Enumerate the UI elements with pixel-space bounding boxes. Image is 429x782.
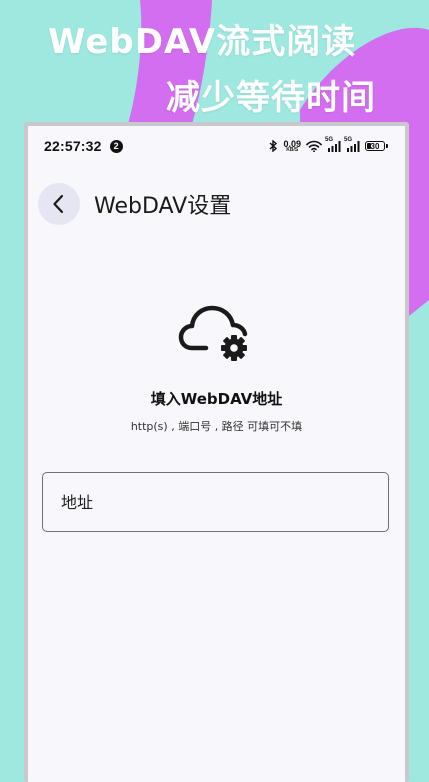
network-speed-unit: KB/S [286,146,299,153]
address-input[interactable] [43,473,388,531]
bluetooth-icon [269,140,278,152]
chevron-left-icon [53,194,64,214]
promo-subheadline: 减少等待时间 [166,78,376,118]
wifi-icon [306,140,322,152]
section-heading: 填入WebDAV地址 [150,390,283,408]
back-button[interactable] [38,183,80,225]
phone-frame: 22:57:32 2 0.09 KB/S 5G 5G 30 WebDAV设置 填… [24,122,409,782]
battery-icon: 30 [365,141,388,151]
status-time: 22:57:32 [44,138,102,154]
network-speed: 0.09 KB/S [283,139,301,153]
status-icons: 0.09 KB/S 5G 5G 30 [269,137,388,153]
signal-2-tag: 5G [344,136,353,143]
signal-1-tag: 5G [325,136,334,143]
app-bar: WebDAV设置 [28,181,405,227]
status-bar: 22:57:32 2 0.09 KB/S 5G 5G 30 [28,126,405,166]
battery-level: 30 [370,141,380,151]
cellular-signal-2: 5G [344,137,360,152]
promo-headline: WebDAV流式阅读 [48,22,357,62]
section-hint: http(s) , 端口号 , 路径 可填可不填 [130,420,303,433]
cellular-signal-1: 5G [325,137,341,152]
app-screen: 22:57:32 2 0.09 KB/S 5G 5G 30 WebDAV设置 填… [28,126,405,782]
cloud-gear-icon [178,300,256,368]
address-field[interactable] [42,472,389,532]
page-title: WebDAV设置 [94,194,232,219]
notification-badge: 2 [109,139,123,153]
